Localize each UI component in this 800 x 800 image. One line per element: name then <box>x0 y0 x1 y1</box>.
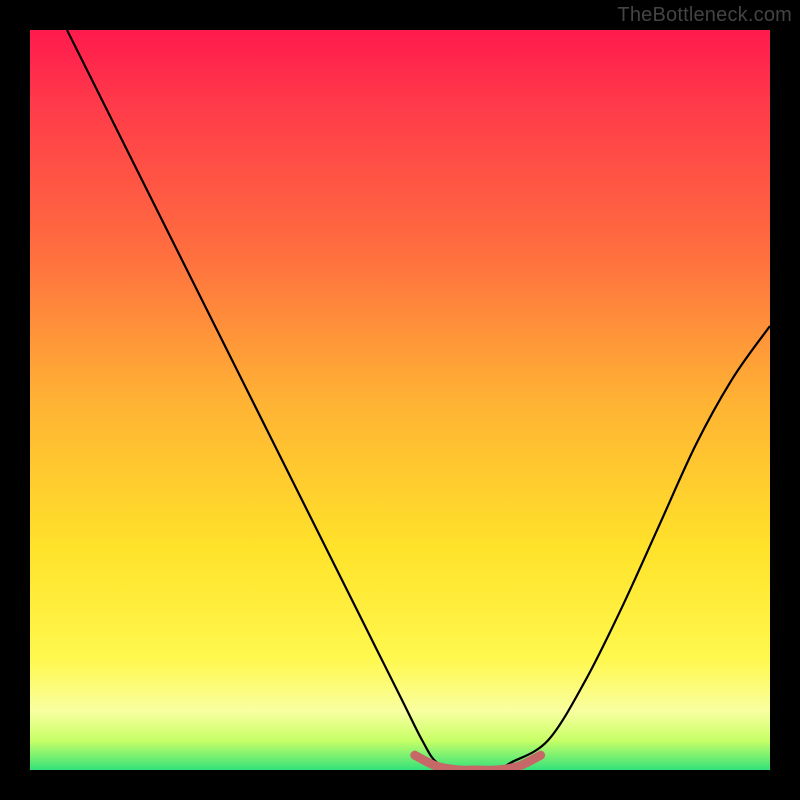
chart-frame: TheBottleneck.com <box>0 0 800 800</box>
watermark-text: TheBottleneck.com <box>617 4 792 27</box>
bottleneck-curve <box>30 30 770 770</box>
plot-area <box>30 30 770 770</box>
curve-path <box>67 30 770 770</box>
